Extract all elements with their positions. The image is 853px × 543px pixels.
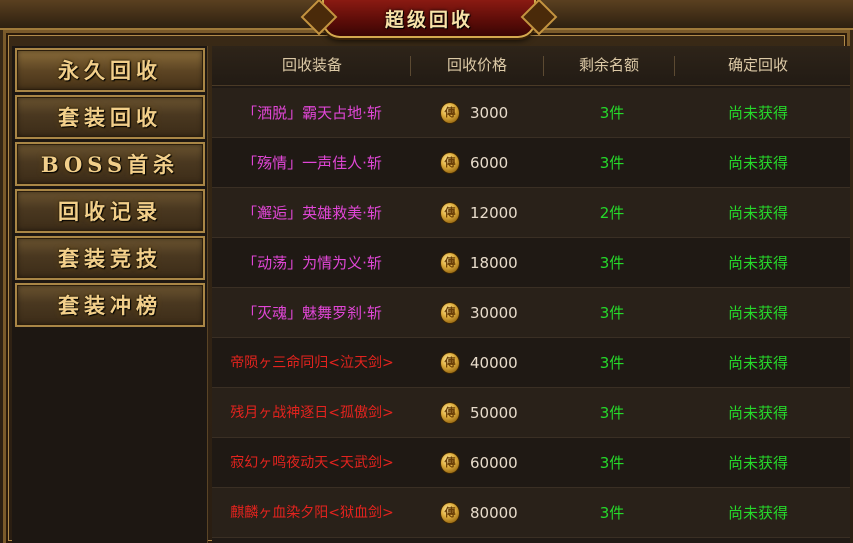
- gold-coin-icon: 傳: [440, 402, 460, 424]
- sidebar-item-permanent-recycle[interactable]: 永久回收: [15, 48, 205, 92]
- equipment-name: 「灭魂」魅舞罗刹·斩: [242, 304, 382, 322]
- recycle-status-button[interactable]: 尚未获得: [692, 338, 824, 388]
- remaining-count: 3件: [599, 154, 625, 172]
- sidebar-item-label: BOSS首杀: [40, 152, 180, 177]
- sidebar-item-label: 套装回收: [58, 105, 162, 130]
- table-row: 「动荡」为情为义·斩 傳 18000 3件 尚未获得: [212, 238, 850, 288]
- recycle-status-button[interactable]: 尚未获得: [692, 238, 824, 288]
- table-row: 「邂逅」英雄救美·斩 傳 12000 2件 尚未获得: [212, 188, 850, 238]
- table-header: 回收装备 回收价格 剩余名额 确定回收: [212, 46, 850, 86]
- recycle-status-button[interactable]: 尚未获得: [692, 388, 824, 438]
- table-row: 寂幻ヶ鸣夜动天<天武剑> 傳 60000 3件 尚未获得: [212, 438, 850, 488]
- sidebar-item-label: 永久回收: [58, 58, 162, 83]
- price-value: 18000: [470, 254, 518, 272]
- sidebar-item-recycle-records[interactable]: 回收记录: [15, 189, 205, 233]
- equipment-name: 「动荡」为情为义·斩: [242, 254, 382, 272]
- price-value: 60000: [470, 454, 518, 472]
- column-header-confirm: 确定回收: [727, 56, 788, 74]
- remaining-count: 3件: [599, 404, 625, 422]
- table-row: 麒麟ヶ血染夕阳<狱血剑> 傳 80000 3件 尚未获得: [212, 488, 850, 538]
- top-ornament-right: [528, 0, 853, 30]
- gold-coin-icon: 傳: [440, 352, 460, 374]
- price-value: 40000: [470, 354, 518, 372]
- recycle-status-button[interactable]: 尚未获得: [692, 438, 824, 488]
- remaining-count: 3件: [599, 254, 625, 272]
- sidebar-item-label: 回收记录: [58, 199, 162, 224]
- recycle-status-button[interactable]: 尚未获得: [692, 488, 824, 538]
- recycle-status-button[interactable]: 尚未获得: [692, 88, 824, 138]
- table-row: 「洒脱」霸天占地·斩 傳 3000 3件 尚未获得: [212, 88, 850, 138]
- sidebar-item-label: 套装竞技: [58, 246, 162, 271]
- column-header-price: 回收价格: [446, 56, 507, 74]
- equipment-name: 帝陨ヶ三命同归<泣天剑>: [230, 355, 394, 371]
- equipment-name: 寂幻ヶ鸣夜动天<天武剑>: [230, 455, 394, 471]
- price-value: 80000: [470, 504, 518, 522]
- sidebar-item-set-recycle[interactable]: 套装回收: [15, 95, 205, 139]
- sidebar-item-boss-first-kill[interactable]: BOSS首杀: [15, 142, 205, 186]
- sidebar-item-set-ranking[interactable]: 套装冲榜: [15, 283, 205, 327]
- table-row: 残月ヶ战神逐日<孤傲剑> 傳 50000 3件 尚未获得: [212, 388, 850, 438]
- gold-coin-icon: 傳: [440, 152, 460, 174]
- price-value: 3000: [470, 104, 509, 122]
- equipment-name: 麒麟ヶ血染夕阳<狱血剑>: [230, 505, 394, 521]
- recycle-status-button[interactable]: 尚未获得: [692, 288, 824, 338]
- price-value: 6000: [470, 154, 509, 172]
- page-title: 超级回收: [384, 8, 473, 31]
- gold-coin-icon: 傳: [440, 252, 460, 274]
- price-value: 50000: [470, 404, 518, 422]
- price-value: 12000: [470, 204, 518, 222]
- equipment-name: 残月ヶ战神逐日<孤傲剑>: [230, 405, 394, 421]
- remaining-count: 3件: [599, 354, 625, 372]
- equipment-name: 「邂逅」英雄救美·斩: [242, 204, 382, 222]
- price-value: 30000: [470, 304, 518, 322]
- remaining-count: 3件: [599, 304, 625, 322]
- column-divider: [410, 56, 411, 76]
- sidebar-item-set-competition[interactable]: 套装竞技: [15, 236, 205, 280]
- gold-coin-icon: 傳: [440, 202, 460, 224]
- recycle-table: 回收装备 回收价格 剩余名额 确定回收 「洒脱」霸天占地·斩傳 3000 3件 尚未获…: [212, 46, 850, 543]
- sidebar: 永久回收 套装回收 BOSS首杀 回收记录 套装竞技 套装冲榜: [12, 46, 208, 543]
- equipment-name: 「殇情」一声佳人·斩: [242, 154, 382, 172]
- equipment-name: 「洒脱」霸天占地·斩: [242, 104, 382, 122]
- remaining-count: 2件: [599, 204, 625, 222]
- recycle-status-button[interactable]: 尚未获得: [692, 188, 824, 238]
- remaining-count: 3件: [599, 104, 625, 122]
- table-row: 「灭魂」魅舞罗刹·斩 傳 30000 3件 尚未获得: [212, 288, 850, 338]
- gold-coin-icon: 傳: [440, 502, 460, 524]
- remaining-count: 3件: [599, 504, 625, 522]
- table-row: 「殇情」一声佳人·斩 傳 6000 3件 尚未获得: [212, 138, 850, 188]
- title-plaque: 超级回收: [322, 0, 536, 38]
- gold-coin-icon: 傳: [440, 302, 460, 324]
- remaining-count: 3件: [599, 454, 625, 472]
- column-header-remaining: 剩余名额: [578, 56, 639, 74]
- recycle-status-button[interactable]: 尚未获得: [692, 138, 824, 188]
- gold-coin-icon: 傳: [440, 102, 460, 124]
- top-ornament-left: [0, 0, 330, 30]
- gold-coin-icon: 傳: [440, 452, 460, 474]
- sidebar-item-label: 套装冲榜: [58, 293, 162, 318]
- table-row: 帝陨ヶ三命同归<泣天剑> 傳 40000 3件 尚未获得: [212, 338, 850, 388]
- column-header-equipment: 回收装备: [281, 56, 342, 74]
